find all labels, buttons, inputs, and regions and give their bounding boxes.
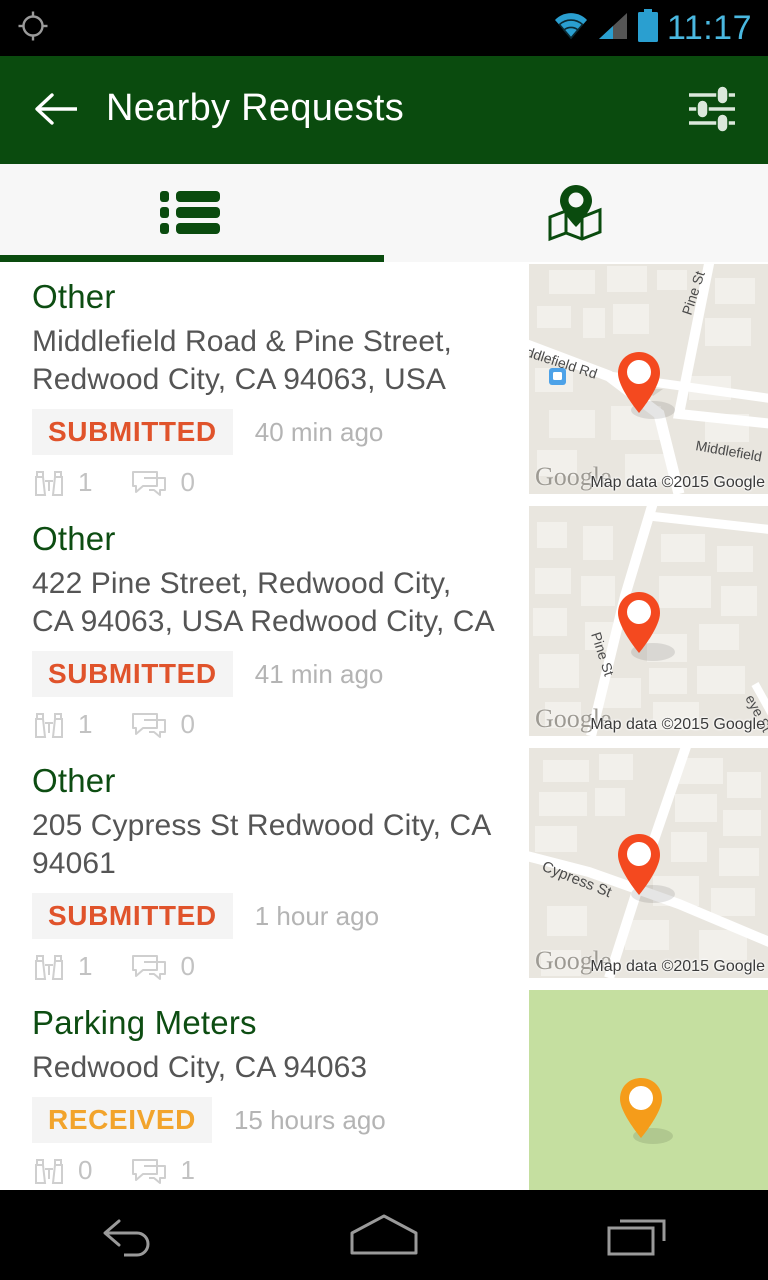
chat-bubbles-icon — [132, 1158, 167, 1184]
map-attribution: Map data ©2015 Google — [590, 474, 765, 491]
map-thumbnail-image — [529, 990, 768, 1190]
status-bar-left — [16, 9, 50, 48]
tab-map[interactable] — [384, 161, 768, 262]
map-thumbnail-image: ddlefield Rd Pine St Middlefield — [529, 264, 768, 494]
request-category: Other — [32, 278, 116, 315]
nav-back-icon — [103, 1219, 150, 1257]
comments-count: 0 — [180, 709, 195, 740]
watchers-count: 1 — [78, 467, 93, 498]
tab-list[interactable] — [0, 161, 384, 262]
tab-bar — [0, 161, 768, 262]
request-metrics: 1 0 — [32, 461, 497, 498]
page-title: Nearby Requests — [106, 87, 405, 129]
system-navigation-bar — [0, 1190, 768, 1280]
nav-recents-icon — [607, 1219, 666, 1256]
back-button[interactable] — [24, 77, 88, 141]
status-bar-clock: 11:17 — [666, 8, 752, 47]
chat-bubbles-icon — [132, 954, 167, 980]
map-thumbnail[interactable]: ddlefield Rd Pine St Middlefield Google … — [529, 264, 768, 494]
request-category: Other — [32, 762, 116, 799]
binoculars-icon — [35, 470, 63, 496]
binoculars-icon — [35, 954, 63, 980]
comments-metric: 0 — [130, 467, 195, 498]
request-timestamp: 41 min ago — [254, 658, 384, 689]
request-address: Middlefield Road & Pine Street, Redwood … — [32, 325, 452, 397]
wifi-icon — [553, 11, 589, 46]
cellular-signal-icon — [597, 11, 629, 46]
request-category: Parking Meters — [32, 1004, 257, 1041]
comments-metric: 1 — [130, 1155, 195, 1186]
request-address: 205 Cypress St Redwood City, CA 94061 — [32, 809, 490, 881]
map-pin-icon — [548, 184, 602, 241]
list-item-text: Other Middlefield Road & Pine Street, Re… — [0, 262, 529, 504]
battery-full-icon — [637, 8, 659, 48]
chat-bubbles-icon — [132, 470, 167, 496]
requests-list[interactable]: Other Middlefield Road & Pine Street, Re… — [0, 262, 768, 1190]
request-status-line: SUBMITTED 41 min ago — [32, 651, 497, 698]
request-address: Redwood City, CA 94063 — [32, 1051, 368, 1085]
gps-crosshair-icon — [16, 9, 50, 48]
request-status-line: SUBMITTED 1 hour ago — [32, 893, 497, 940]
watchers-metric: 1 — [32, 709, 92, 740]
map-attribution: Map data ©2015 Google — [590, 716, 765, 733]
list-item-text: Other 205 Cypress St Redwood City, CA 94… — [0, 746, 529, 988]
request-address: 422 Pine Street, Redwood City, CA 94063,… — [32, 567, 495, 639]
map-thumbnail[interactable]: Cypress St Google Map data ©2015 Google — [529, 748, 768, 978]
request-timestamp: 40 min ago — [254, 416, 384, 447]
status-badge: SUBMITTED — [32, 893, 233, 940]
map-thumbnail[interactable]: Pine St eye St Google Map data ©2015 Goo… — [529, 506, 768, 736]
binoculars-icon — [35, 712, 63, 738]
map-thumbnail[interactable] — [529, 990, 768, 1190]
request-metrics: 1 0 — [32, 945, 497, 982]
nav-home-button[interactable] — [324, 1190, 444, 1280]
action-bar: Nearby Requests — [0, 56, 768, 161]
app-root: 11:17 Nearby Requests Other Middlefield … — [0, 0, 768, 1280]
chat-bubbles-icon — [132, 712, 167, 738]
request-timestamp: 1 hour ago — [254, 900, 380, 931]
request-timestamp: 15 hours ago — [233, 1104, 386, 1135]
list-icon — [160, 190, 220, 234]
status-badge: SUBMITTED — [32, 409, 233, 456]
map-attribution: Map data ©2015 Google — [590, 958, 765, 975]
transit-marker-icon — [549, 368, 566, 385]
filter-sliders-icon — [689, 84, 735, 133]
comments-metric: 0 — [130, 709, 195, 740]
request-metrics: 0 1 — [32, 1149, 497, 1186]
list-item-text: Parking Meters Redwood City, CA 94063 RE… — [0, 988, 529, 1190]
status-bar: 11:17 — [0, 0, 768, 56]
nav-home-icon — [350, 1214, 418, 1255]
filter-button[interactable] — [680, 77, 744, 141]
watchers-count: 1 — [78, 709, 93, 740]
watchers-metric: 0 — [32, 1155, 92, 1186]
status-badge: SUBMITTED — [32, 651, 233, 698]
tab-list-indicator — [0, 255, 384, 262]
nav-recents-button[interactable] — [580, 1190, 700, 1280]
arrow-left-icon — [35, 92, 77, 125]
request-status-line: SUBMITTED 40 min ago — [32, 409, 497, 456]
watchers-metric: 1 — [32, 951, 92, 982]
list-item[interactable]: Parking Meters Redwood City, CA 94063 RE… — [0, 988, 768, 1190]
watchers-metric: 1 — [32, 467, 92, 498]
watchers-count: 0 — [78, 1155, 93, 1186]
list-item[interactable]: Other 422 Pine Street, Redwood City, CA … — [0, 504, 768, 746]
list-item[interactable]: Other Middlefield Road & Pine Street, Re… — [0, 262, 768, 504]
comments-count: 0 — [180, 467, 195, 498]
request-status-line: RECEIVED 15 hours ago — [32, 1097, 497, 1144]
watchers-count: 1 — [78, 951, 93, 982]
list-item[interactable]: Other 205 Cypress St Redwood City, CA 94… — [0, 746, 768, 988]
status-badge: RECEIVED — [32, 1097, 212, 1144]
request-metrics: 1 0 — [32, 703, 497, 740]
binoculars-icon — [35, 1158, 63, 1184]
status-bar-right: 11:17 — [553, 8, 752, 48]
comments-metric: 0 — [130, 951, 195, 982]
map-thumbnail-image: Cypress St — [529, 748, 768, 978]
list-item-text: Other 422 Pine Street, Redwood City, CA … — [0, 504, 529, 746]
comments-count: 0 — [180, 951, 195, 982]
comments-count: 1 — [180, 1155, 195, 1186]
request-category: Other — [32, 520, 116, 557]
nav-back-button[interactable] — [68, 1190, 188, 1280]
map-thumbnail-image: Pine St eye St — [529, 506, 768, 736]
